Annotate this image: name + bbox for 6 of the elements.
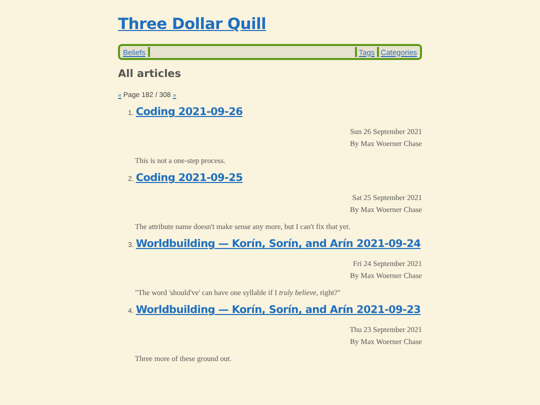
article-title-link[interactable]: Coding 2021-09-26 <box>136 106 243 118</box>
article-title-link[interactable]: Worldbuilding — Korín, Sorín, and Arín 2021-09-24 <box>136 238 421 250</box>
article-title-link[interactable]: Coding 2021-09-25 <box>136 172 243 184</box>
page-heading: All articles <box>118 68 182 80</box>
site-title-link[interactable]: Three Dollar Quill <box>118 15 266 33</box>
article-title-link[interactable]: Worldbuilding — Korín, Sorín, and Arín 2021-09-23 <box>136 304 421 316</box>
